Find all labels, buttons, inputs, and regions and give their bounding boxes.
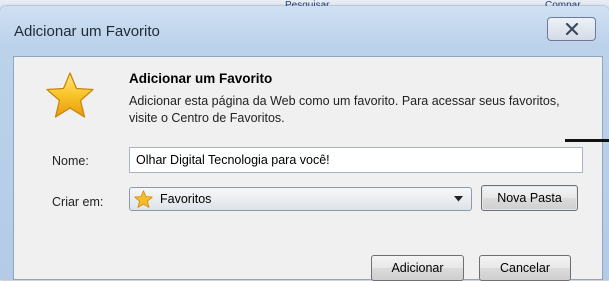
pointer-line: [565, 139, 609, 142]
name-input[interactable]: [129, 147, 583, 173]
cancel-button[interactable]: Cancelar: [479, 255, 571, 281]
create-in-value: Favoritos: [160, 192, 212, 206]
create-in-label: Criar em:: [52, 195, 104, 209]
dialog-description: Adicionar esta página da Web como um fav…: [129, 94, 560, 125]
new-folder-button[interactable]: Nova Pasta: [481, 185, 578, 211]
chevron-down-icon: [454, 196, 463, 202]
title-bar[interactable]: Adicionar um Favorito: [0, 6, 609, 48]
close-icon: [565, 23, 578, 35]
add-favorite-dialog: Adicionar um Favorito Adicionar um Favor…: [0, 6, 609, 281]
favorites-star-icon: [134, 190, 153, 208]
create-in-dropdown[interactable]: Favoritos: [129, 187, 472, 211]
dialog-panel: Adicionar um Favorito Adicionar esta pág…: [13, 56, 603, 281]
add-button[interactable]: Adicionar: [371, 255, 464, 281]
dialog-heading: Adicionar um Favorito: [129, 71, 273, 86]
window-title: Adicionar um Favorito: [14, 23, 160, 40]
close-button[interactable]: [547, 17, 596, 41]
name-label: Nome:: [52, 154, 89, 168]
favorites-star-icon: [46, 72, 94, 118]
